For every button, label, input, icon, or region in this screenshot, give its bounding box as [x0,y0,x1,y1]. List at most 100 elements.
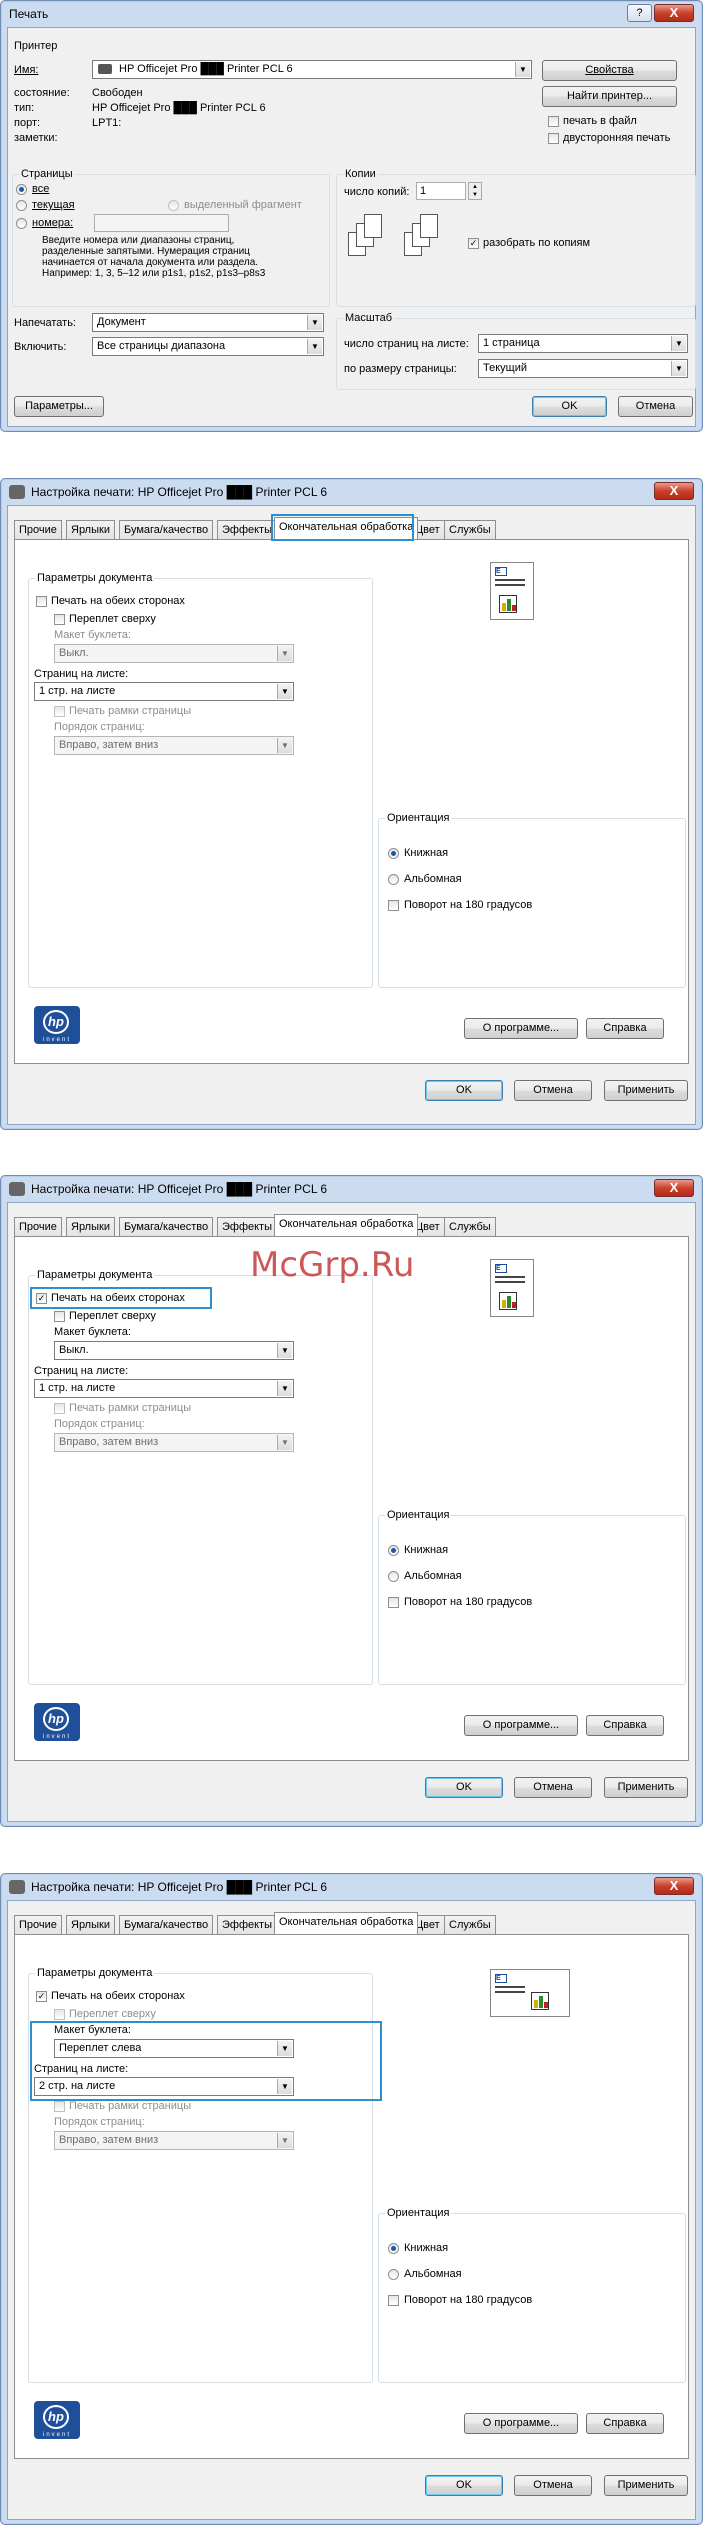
printer-icon [98,64,112,74]
zoom-group-title: Масштаб [343,312,395,324]
tab-other[interactable]: Прочие [14,1217,62,1236]
landscape-radio[interactable] [388,1571,399,1582]
page-borders-checkbox[interactable] [54,1403,65,1414]
ok-button[interactable]: OK [425,2475,503,2496]
portrait-radio[interactable] [388,1545,399,1556]
print-to-file-label: печать в файл [563,115,637,127]
landscape-label: Альбомная [404,1570,462,1582]
chevron-down-icon: ▼ [277,1381,292,1396]
rotate-checkbox[interactable] [388,2295,399,2306]
pages-per-sheet-select[interactable]: 1 стр. на листе ▼ [34,1379,294,1398]
portrait-radio[interactable] [388,848,399,859]
apply-button[interactable]: Применить [604,2475,688,2496]
page-borders-checkbox[interactable] [54,706,65,717]
tab-shortcuts[interactable]: Ярлыки [66,1915,115,1934]
status-value: Свободен [92,87,143,99]
page-order-select[interactable]: Вправо, затем вниз ▼ [54,736,294,755]
tab-paper-quality[interactable]: Бумага/качество [119,1217,214,1236]
help-button[interactable]: Справка [586,1018,664,1039]
flip-up-checkbox[interactable] [54,2009,65,2020]
print-to-file-checkbox[interactable] [548,116,559,127]
about-button[interactable]: О программе... [464,2413,578,2434]
ok-button[interactable]: OK [425,1080,503,1101]
include-select[interactable]: Все страницы диапазона ▼ [92,337,324,356]
landscape-radio[interactable] [388,2269,399,2280]
landscape-radio[interactable] [388,874,399,885]
close-button[interactable]: X [654,4,694,22]
chevron-down-icon: ▼ [671,336,686,351]
close-button[interactable]: X [654,1179,694,1197]
booklet-select[interactable]: Выкл. ▼ [54,1341,294,1360]
cancel-button[interactable]: Отмена [514,1080,592,1101]
printer-icon [9,1182,25,1196]
rotate-checkbox[interactable] [388,1597,399,1608]
duplex-checkbox[interactable] [36,596,47,607]
print-what-select[interactable]: Документ ▼ [92,313,324,332]
copies-input[interactable]: 1 [416,182,466,200]
close-button[interactable]: X [654,482,694,500]
page-preview: E [490,562,534,620]
pages-current-radio[interactable] [16,200,27,211]
cancel-button[interactable]: Отмена [514,2475,592,2496]
tab-other[interactable]: Прочие [14,520,62,539]
help-button[interactable]: Справка [586,1715,664,1736]
tab-services[interactable]: Службы [444,520,496,539]
close-button[interactable]: X [654,1877,694,1895]
cancel-button[interactable]: Отмена [618,396,693,417]
collate-checkbox[interactable]: ✓ [468,238,479,249]
pages-all-radio[interactable] [16,184,27,195]
flip-up-checkbox[interactable] [54,614,65,625]
flip-up-checkbox[interactable] [54,1311,65,1322]
about-button[interactable]: О программе... [464,1715,578,1736]
apply-button[interactable]: Применить [604,1777,688,1798]
hp-logo: hp invent [34,1006,80,1044]
pages-per-sheet-select[interactable]: 1 страница ▼ [478,334,688,353]
ok-button[interactable]: OK [425,1777,503,1798]
pages-per-sheet-select[interactable]: 1 стр. на листе ▼ [34,682,294,701]
duplex-checkbox[interactable]: ✓ [36,1991,47,2002]
tab-services[interactable]: Службы [444,1915,496,1934]
tab-effects[interactable]: Эффекты [217,1915,278,1934]
rotate-label: Поворот на 180 градусов [404,1596,533,1608]
printer-select[interactable]: HP Officejet Pro ███ Printer PCL 6 ▼ [92,60,532,79]
cancel-button[interactable]: Отмена [514,1777,592,1798]
document-e-icon: E [495,1974,507,1983]
tab-finishing[interactable]: Окончательная обработка [274,1214,419,1236]
portrait-radio[interactable] [388,2243,399,2254]
page-borders-checkbox[interactable] [54,2101,65,2112]
help-button[interactable]: ? [627,4,652,22]
page-order-select[interactable]: Вправо, затем вниз ▼ [54,2131,294,2150]
copies-spinner[interactable]: ▲ ▼ [468,182,482,200]
pages-selection-radio[interactable] [168,200,179,211]
duplex-checkbox[interactable] [548,133,559,144]
tab-paper-quality[interactable]: Бумага/качество [119,520,214,539]
page-numbers-input[interactable] [94,214,229,232]
tab-effects[interactable]: Эффекты [217,1217,278,1236]
hp-logo-mark: hp [43,2405,69,2429]
chevron-down-icon: ▼ [277,2133,292,2148]
pages-numbers-radio[interactable] [16,218,27,229]
about-button[interactable]: О программе... [464,1018,578,1039]
tab-effects[interactable]: Эффекты [217,520,278,539]
ok-button[interactable]: OK [532,396,607,417]
tab-paper-quality[interactable]: Бумага/качество [119,1915,214,1934]
tab-shortcuts[interactable]: Ярлыки [66,1217,115,1236]
title-bar: Печать ? X [1,1,702,27]
scale-select[interactable]: Текущий ▼ [478,359,688,378]
hint-line-4: Например: 1, 3, 5–12 или p1s1, p1s2, p1s… [42,268,266,279]
rotate-checkbox[interactable] [388,900,399,911]
page-order-select[interactable]: Вправо, затем вниз ▼ [54,1433,294,1452]
properties-button[interactable]: Свойства [542,60,677,81]
chevron-down-icon: ▼ [277,738,292,753]
tab-finishing[interactable]: Окончательная обработка [274,1912,419,1934]
tab-shortcuts[interactable]: Ярлыки [66,520,115,539]
booklet-select[interactable]: Выкл. ▼ [54,644,294,663]
tab-services[interactable]: Службы [444,1217,496,1236]
portrait-label: Книжная [404,1544,449,1556]
apply-button[interactable]: Применить [604,1080,688,1101]
help-button[interactable]: Справка [586,2413,664,2434]
params-button[interactable]: Параметры... [14,396,104,417]
tab-other[interactable]: Прочие [14,1915,62,1934]
find-printer-button[interactable]: Найти принтер... [542,86,677,107]
notes-label: заметки: [14,132,58,144]
